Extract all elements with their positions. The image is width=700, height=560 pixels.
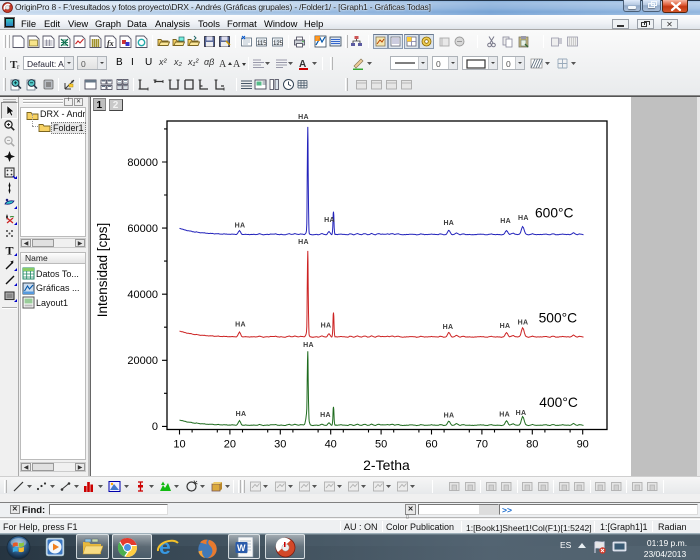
svg-text:50: 50 — [375, 439, 387, 451]
svg-text:HA: HA — [499, 411, 510, 418]
svg-text:fx: fx — [107, 39, 114, 48]
svg-text:T: T — [6, 243, 14, 256]
svg-text:A: A — [219, 59, 227, 70]
svg-text:60: 60 — [425, 439, 437, 451]
svg-text:125: 125 — [273, 41, 284, 47]
svg-text:HA: HA — [500, 323, 511, 330]
svg-text:HA: HA — [321, 323, 332, 330]
svg-text:e: e — [159, 536, 171, 559]
svg-text:HA: HA — [298, 114, 309, 121]
svg-text:HA: HA — [443, 324, 454, 331]
svg-text:80: 80 — [526, 439, 538, 451]
svg-text:60000: 60000 — [127, 223, 158, 235]
svg-text:HA: HA — [518, 320, 529, 327]
svg-text:30: 30 — [274, 439, 286, 451]
svg-text:70: 70 — [476, 439, 488, 451]
svg-text:HA: HA — [518, 215, 529, 222]
svg-text:10: 10 — [173, 439, 185, 451]
svg-text:600°C: 600°C — [535, 206, 574, 221]
svg-text:r: r — [17, 63, 20, 70]
svg-text:500°C: 500°C — [539, 311, 578, 326]
svg-text:HA: HA — [516, 410, 527, 417]
svg-text:HA: HA — [235, 322, 246, 329]
svg-text:90: 90 — [577, 439, 589, 451]
svg-text:W: W — [237, 543, 246, 553]
svg-text:HA: HA — [298, 239, 309, 246]
svg-text:400°C: 400°C — [539, 395, 578, 410]
svg-text:HA: HA — [235, 223, 246, 230]
svg-text:A: A — [233, 59, 241, 70]
svg-text:40000: 40000 — [127, 289, 158, 301]
svg-text:2-Tetha: 2-Tetha — [363, 457, 410, 473]
svg-text:115: 115 — [257, 41, 267, 47]
svg-text:40: 40 — [325, 439, 337, 451]
svg-text:HA: HA — [443, 220, 454, 227]
svg-text:HA: HA — [320, 412, 331, 419]
svg-text:Intensidad [cps]: Intensidad [cps] — [95, 223, 110, 318]
svg-text:0: 0 — [152, 421, 158, 433]
svg-text:HA: HA — [500, 218, 511, 225]
svg-text:80000: 80000 — [127, 157, 158, 169]
svg-text:HA: HA — [303, 342, 314, 349]
svg-text:HA: HA — [444, 412, 455, 419]
svg-text:20000: 20000 — [127, 355, 158, 367]
svg-text:20: 20 — [224, 439, 236, 451]
svg-text:HA: HA — [236, 411, 247, 418]
svg-text:HA: HA — [324, 217, 335, 224]
